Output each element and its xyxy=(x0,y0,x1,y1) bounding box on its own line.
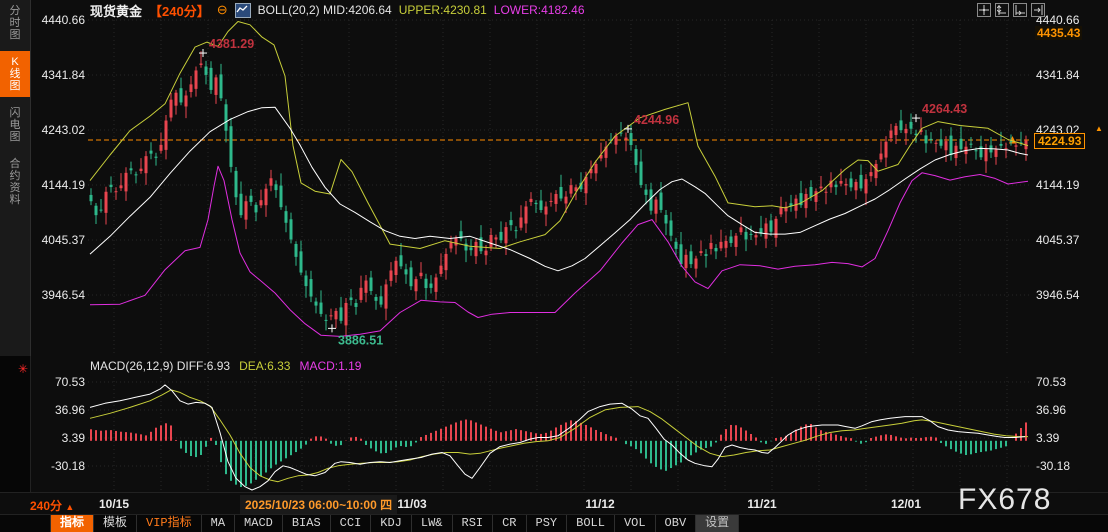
period-label: 【240分】 xyxy=(149,1,210,20)
axis-tick-label: 4243.02 xyxy=(30,123,85,137)
macd-histogram xyxy=(91,420,1026,487)
toolbar-item-kdj[interactable]: KDJ xyxy=(371,515,412,532)
toolbar-item-psy[interactable]: PSY xyxy=(527,515,568,532)
x-axis-row: 240分 ▲ 10/1511/0311/1211/2112/01 2025/10… xyxy=(0,492,1108,514)
x-axis-label: 11/12 xyxy=(570,497,630,511)
axis-tick-label: 70.53 xyxy=(30,375,85,389)
macd-legend: MACD(26,12,9) DIFF:6.93 DEA:6.33 MACD:1.… xyxy=(90,359,361,373)
toolbar-item-settings[interactable]: 设置 xyxy=(696,515,739,532)
axis-tick-label: 36.96 xyxy=(1036,403,1098,417)
sidebar: 分时图 K线图 闪电图 合约资料 xyxy=(0,0,31,356)
chart-header: 现货黄金 【240分】 ⊖ BOLL(20,2) MID:4206.64 UPP… xyxy=(90,2,585,18)
chart-canvas[interactable]: 4381.29 4244.96 4264.43 3886.51 xyxy=(0,0,1108,532)
move-icon xyxy=(979,5,989,15)
x-axis-label: 12/01 xyxy=(876,497,936,511)
axis-tick-label: 3.39 xyxy=(30,431,85,445)
macd-value: MACD:1.19 xyxy=(299,359,361,373)
price-up-arrow-icon: ▲ xyxy=(1095,124,1103,133)
axis-tick-label: 3.39 xyxy=(1036,431,1098,445)
crosshair-time-badge: 2025/10/23 06:00~10:00 四 xyxy=(240,495,397,514)
axis-tick-label: 4144.19 xyxy=(30,178,85,192)
sidebar-tab-kline-chart[interactable]: K线图 xyxy=(0,51,30,97)
toolbar-item-rsi[interactable]: RSI xyxy=(453,515,494,532)
timeframe-selector[interactable]: 240分 ▲ xyxy=(30,497,74,514)
svg-text:4381.29: 4381.29 xyxy=(209,37,254,51)
alert-icon[interactable]: ✳ xyxy=(18,362,28,376)
watermark: FX678 xyxy=(958,483,1051,517)
toolbar-item-ma[interactable]: MA xyxy=(202,515,235,532)
axis-tick-label: 4045.37 xyxy=(1036,233,1098,247)
x-axis-scale-icon xyxy=(1015,5,1025,15)
toolbar-item-indicators[interactable]: 指标 xyxy=(50,515,94,532)
boll-upper-legend: UPPER:4230.81 xyxy=(399,3,487,17)
toolbar-item-boll[interactable]: BOLL xyxy=(567,515,615,532)
toolbar-item-templates[interactable]: 模板 xyxy=(94,515,137,532)
axis-tick-label: 4440.66 xyxy=(1036,13,1098,27)
indicator-toolbar: 指标模板VIP指标MAMACDBIASCCIKDJLW&RSICRPSYBOLL… xyxy=(0,514,1108,532)
toolbar-item-cci[interactable]: CCI xyxy=(331,515,372,532)
x-axis-scale-button[interactable] xyxy=(1013,3,1027,17)
svg-text:4264.43: 4264.43 xyxy=(922,102,967,116)
candlestick-series xyxy=(90,51,1028,337)
chart-type-icon[interactable] xyxy=(235,3,251,18)
toolbar-item-vip-indicators[interactable]: VIP指标 xyxy=(137,515,202,532)
axis-tick-label: -30.18 xyxy=(30,459,85,473)
macd-dea-value: DEA:6.33 xyxy=(239,359,290,373)
move-tool-button[interactable] xyxy=(977,3,991,17)
pan-right-button[interactable] xyxy=(1031,3,1045,17)
axis-tick-label: 36.96 xyxy=(30,403,85,417)
toolbar-item-bias[interactable]: BIAS xyxy=(283,515,331,532)
toolbar-item-obv[interactable]: OBV xyxy=(656,515,697,532)
last-price-badge: 4224.93 xyxy=(1034,133,1085,149)
sidebar-tab-label: 分时图 xyxy=(9,5,21,41)
axis-tick-label: 70.53 xyxy=(1036,375,1098,389)
axis-tick-label: 4341.84 xyxy=(1036,68,1098,82)
y-axis-scale-button[interactable] xyxy=(995,3,1009,17)
axis-tick-label: 4341.84 xyxy=(30,68,85,82)
boll-lower-legend: LOWER:4182.46 xyxy=(494,3,585,17)
pan-right-icon xyxy=(1033,5,1043,15)
x-axis-label: 11/21 xyxy=(732,497,792,511)
toolbar-item-macd[interactable]: MACD xyxy=(235,515,283,532)
sidebar-tab-contract-info[interactable]: 合约资料 xyxy=(0,153,30,211)
toolbar-item-lwr[interactable]: LW& xyxy=(412,515,453,532)
axis-tick-label: -30.18 xyxy=(1036,459,1098,473)
svg-text:4244.96: 4244.96 xyxy=(634,113,679,127)
axis-tick-label: 3946.54 xyxy=(30,288,85,302)
svg-text:3886.51: 3886.51 xyxy=(338,333,383,347)
x-axis-label: 10/15 xyxy=(84,497,144,511)
chart-toolbox xyxy=(977,3,1045,17)
toolbar-item-cr[interactable]: CR xyxy=(493,515,526,532)
axis-tick-label: 4045.37 xyxy=(30,233,85,247)
toolbar-item-vol[interactable]: VOL xyxy=(615,515,656,532)
axis-tick-label: 3946.54 xyxy=(1036,288,1098,302)
axis-tick-label: 4144.19 xyxy=(1036,178,1098,192)
price-annotation: 4264.43 xyxy=(912,102,967,122)
sidebar-tab-label: K线图 xyxy=(9,56,21,92)
boll-legend: BOLL(20,2) MID:4206.64 xyxy=(258,3,392,17)
collapse-indicator-icon[interactable]: ⊖ xyxy=(217,2,228,18)
sidebar-tab-time-chart[interactable]: 分时图 xyxy=(0,0,30,46)
session-high-badge: 4435.43 xyxy=(1035,26,1082,40)
axis-tick-label: 4440.66 xyxy=(30,13,85,27)
price-annotation: 4381.29 xyxy=(199,37,254,57)
up-triangle-icon: ▲ xyxy=(65,502,74,512)
macd-name: MACD(26,12,9) DIFF:6.93 xyxy=(90,359,230,373)
symbol-title: 现货黄金 xyxy=(90,1,142,20)
sidebar-tab-label: 合约资料 xyxy=(9,158,21,206)
sidebar-tab-flash-chart[interactable]: 闪电图 xyxy=(0,102,30,148)
y-axis-scale-icon xyxy=(997,5,1007,15)
sidebar-lower-strip xyxy=(0,356,31,492)
trading-app-window: 4381.29 4244.96 4264.43 3886.51 分时图 K线图 闪电图… xyxy=(0,0,1108,532)
grid xyxy=(88,20,1032,491)
sidebar-tab-label: 闪电图 xyxy=(9,107,21,143)
